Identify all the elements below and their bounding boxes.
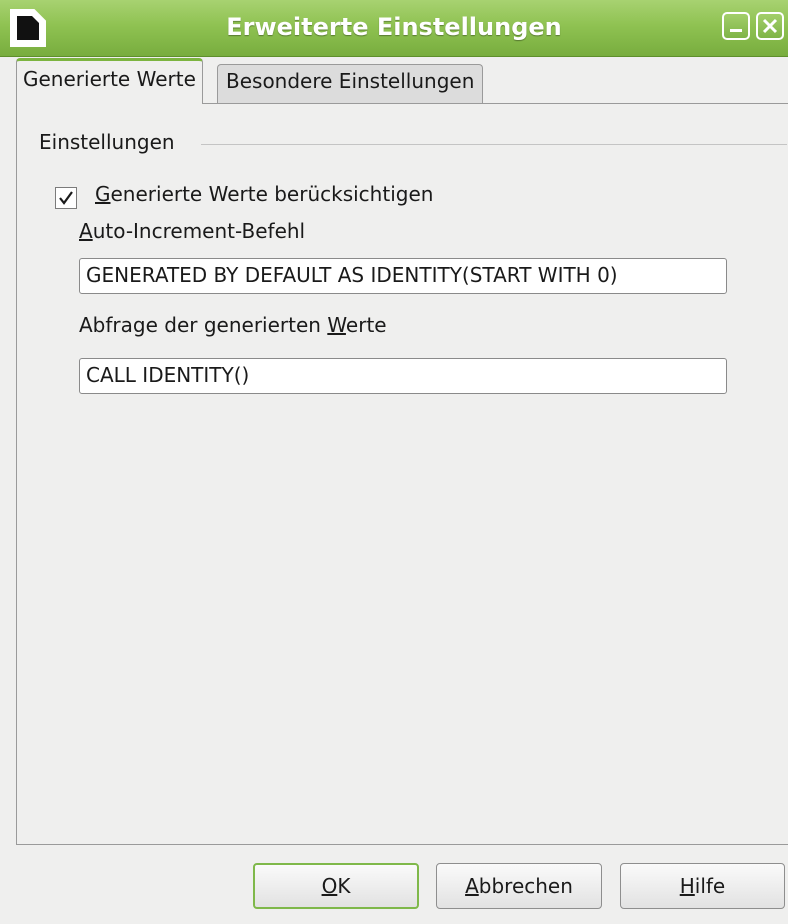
generated-values-checkbox[interactable] <box>55 187 77 209</box>
label-mnemonic: G <box>95 182 111 206</box>
close-icon <box>762 18 778 34</box>
label-mnemonic: W <box>327 313 346 337</box>
label-text: enerierte Werte berücksichtigen <box>110 182 434 206</box>
label-text: erte <box>345 313 387 337</box>
button-text: ilfe <box>694 874 726 898</box>
generated-values-query-input[interactable]: CALL IDENTITY() <box>79 358 727 394</box>
close-button[interactable] <box>756 12 784 40</box>
checkmark-icon <box>59 191 73 205</box>
button-text: bbrechen <box>478 874 573 898</box>
tab-besondere-einstellungen[interactable]: Besondere Einstellungen <box>217 64 484 104</box>
label-mnemonic: A <box>79 219 93 243</box>
button-mnemonic: A <box>465 874 479 898</box>
tab-generierte-werte[interactable]: Generierte Werte <box>16 58 203 104</box>
help-button[interactable]: Hilfe <box>620 863 785 909</box>
minimize-button[interactable] <box>722 12 750 40</box>
auto-increment-label: Auto-Increment-Befehl <box>79 219 305 243</box>
label-text: Abfrage der generierten <box>79 313 328 337</box>
tab-panel: Einstellungen Generierte Werte berücksic… <box>16 103 788 845</box>
tab-strip: Generierte Werte Besondere Einstellungen <box>0 56 788 104</box>
auto-increment-input[interactable]: GENERATED BY DEFAULT AS IDENTITY(START W… <box>79 258 727 294</box>
label-text: uto-Increment-Befehl <box>92 219 306 243</box>
minimize-icon <box>730 29 742 32</box>
ok-button[interactable]: OK <box>253 863 419 909</box>
cancel-button[interactable]: Abbrechen <box>436 863 602 909</box>
button-text: K <box>337 874 351 898</box>
button-mnemonic: H <box>679 874 695 898</box>
group-divider <box>201 144 787 145</box>
generated-values-label[interactable]: Generierte Werte berücksichtigen <box>95 182 433 206</box>
generated-values-query-label: Abfrage der generierten Werte <box>79 313 387 337</box>
title-bar[interactable]: Erweiterte Einstellungen <box>0 0 788 57</box>
window-title: Erweiterte Einstellungen <box>226 13 562 41</box>
group-title: Einstellungen <box>39 130 175 154</box>
button-mnemonic: O <box>321 874 338 898</box>
